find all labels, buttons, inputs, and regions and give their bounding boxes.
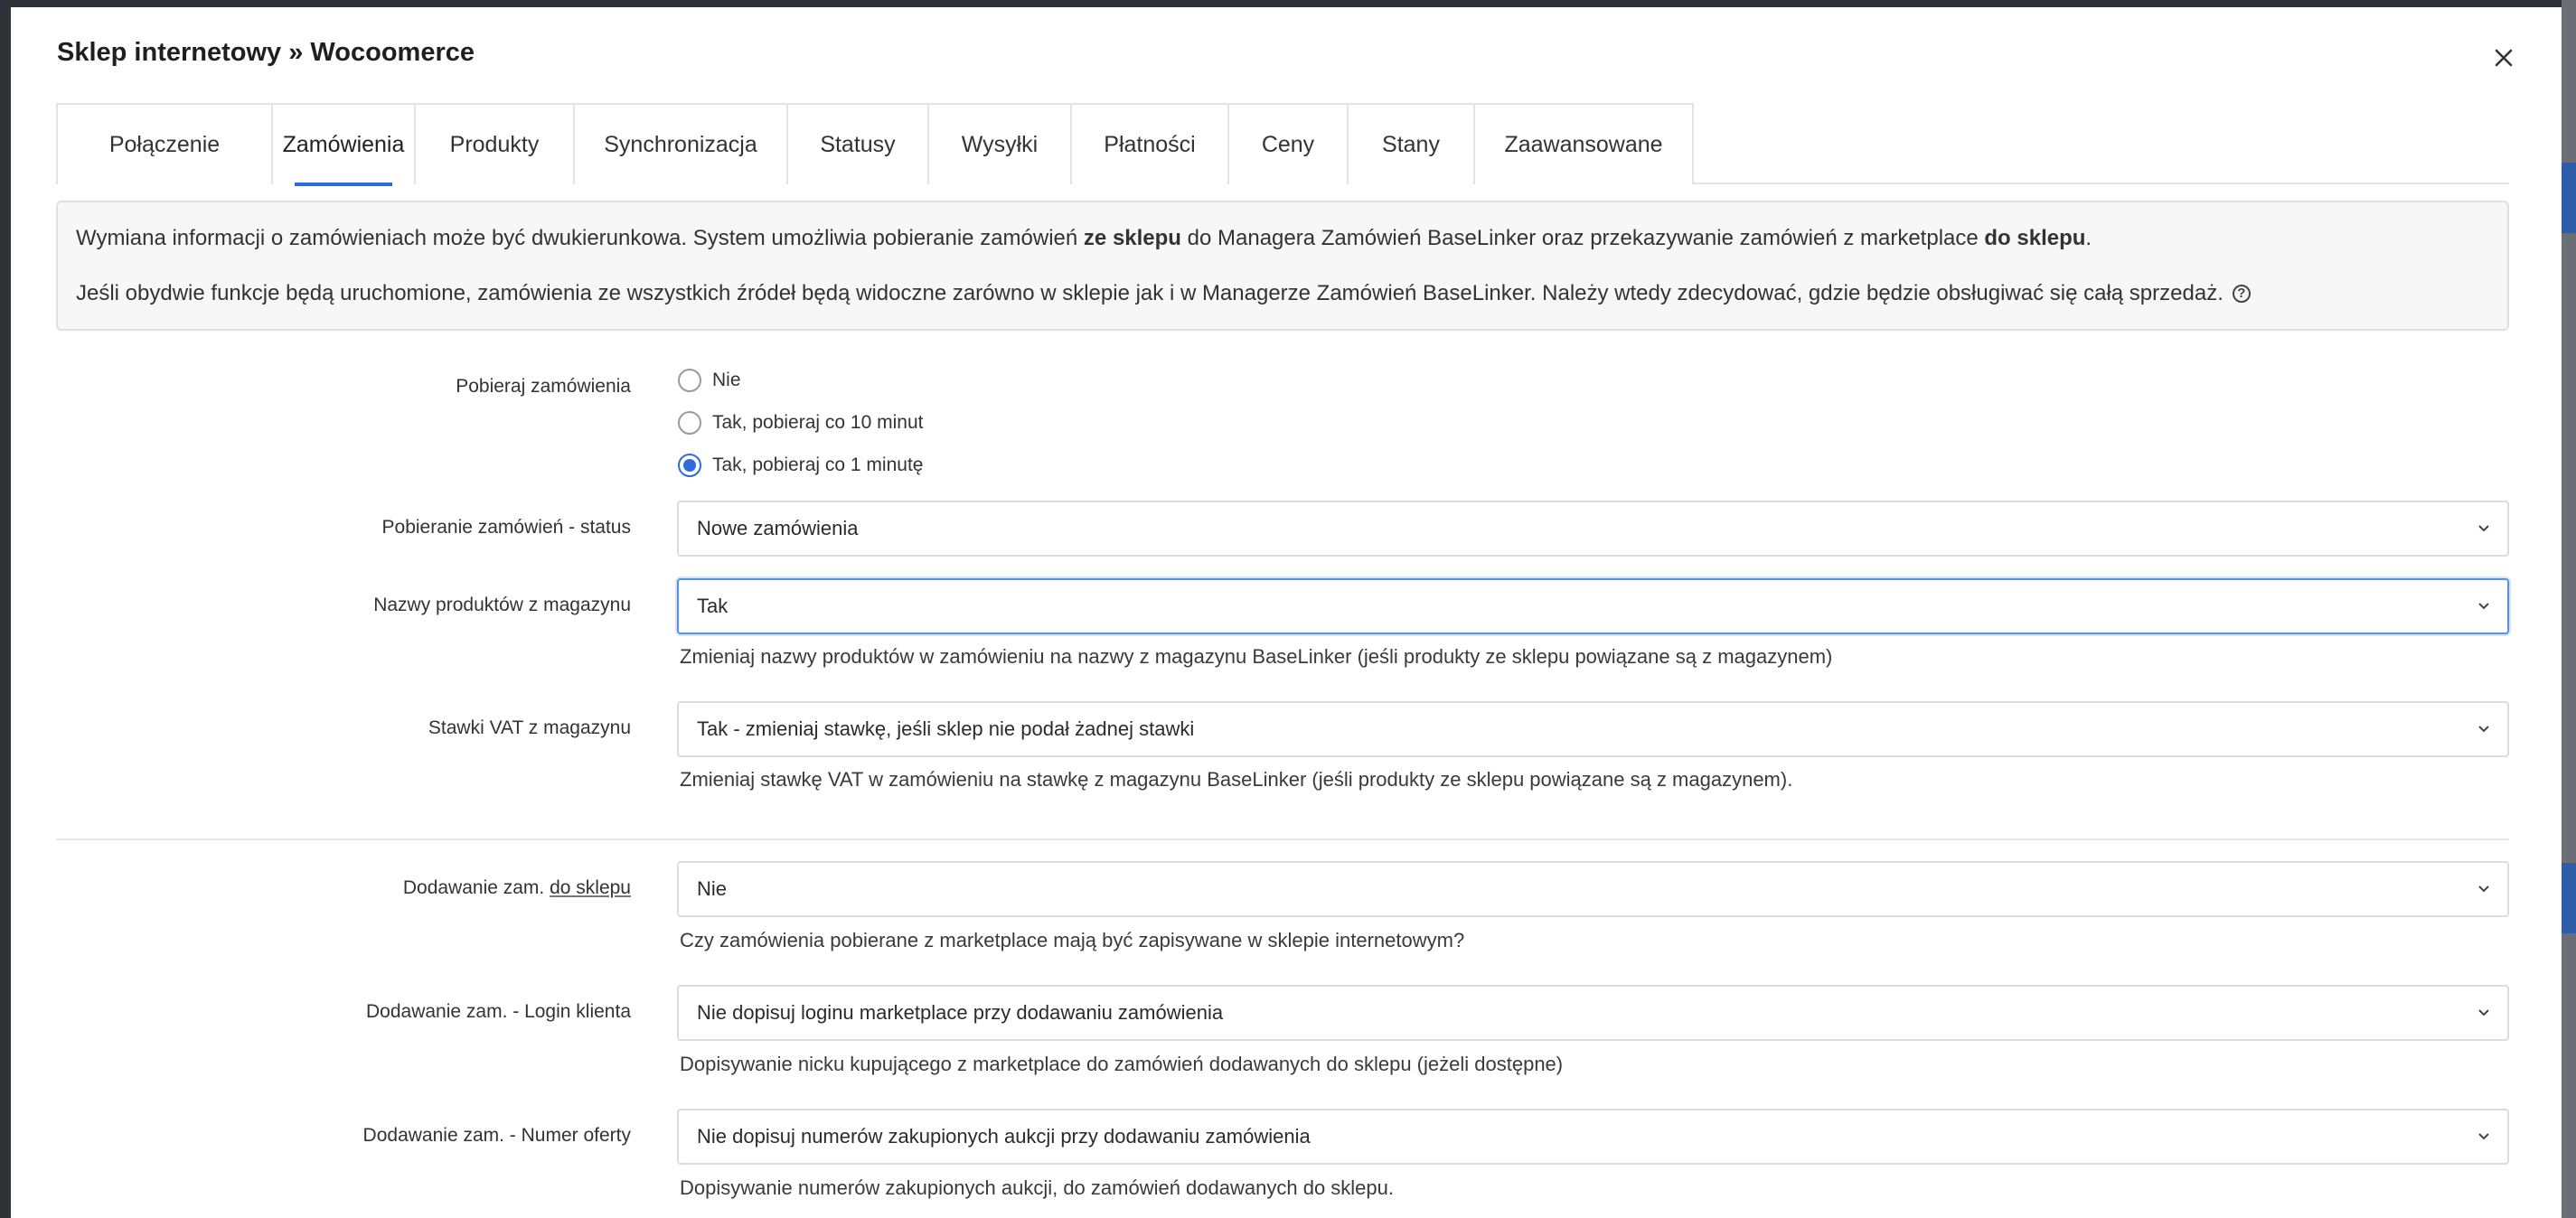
info-line-2: Jeśli obydwie funkcje będą uruchomione, … <box>76 279 2489 307</box>
backdrop-accent-bottom <box>2562 863 2576 933</box>
add-offer-number-label: Dodawanie zam. - Numer oferty <box>362 1125 631 1146</box>
radio-button[interactable] <box>678 369 701 392</box>
tab-zaawansowane[interactable]: Zaawansowane <box>1475 103 1694 184</box>
tab-produkty[interactable]: Produkty <box>416 103 575 184</box>
chevron-down-icon <box>2478 726 2489 733</box>
add-login-label: Dodawanie zam. - Login klienta <box>366 1001 631 1022</box>
radio-button[interactable] <box>678 411 701 435</box>
tab-statusy[interactable]: Statusy <box>788 103 929 184</box>
add-login-select[interactable]: Nie dopisuj loginu marketplace przy doda… <box>677 985 2509 1041</box>
fetch-status-label: Pobieranie zamówień - status <box>381 517 631 538</box>
product-names-label: Nazwy produktów z magazynu <box>373 595 631 615</box>
info-text: . <box>2085 226 2092 250</box>
fetch-orders-option-no[interactable]: Nie <box>678 369 741 392</box>
add-login-hint: Dopisywanie nicku kupującego z marketpla… <box>680 1053 1564 1075</box>
modal-title: Sklep internetowy » Wocoomerce <box>57 38 475 67</box>
select-value: Nie dopisuj numerów zakupionych aukcji p… <box>697 1125 1311 1148</box>
info-text: do Managera Zamówień BaseLinker oraz prz… <box>1180 226 1985 250</box>
chevron-down-icon <box>2478 603 2489 610</box>
info-box: Wymiana informacji o zamówieniach może b… <box>56 201 2509 331</box>
add-offer-number-hint: Dopisywanie numerów zakupionych aukcji, … <box>680 1176 1394 1199</box>
vat-rates-label: Stawki VAT z magazynu <box>428 717 631 738</box>
product-names-hint: Zmieniaj nazwy produktów w zamówieniu na… <box>680 645 1833 668</box>
fetch-status-select[interactable]: Nowe zamówienia <box>677 501 2509 557</box>
label-underlined-text: do sklepu <box>550 877 631 898</box>
close-button[interactable] <box>2487 42 2520 74</box>
close-icon <box>2495 49 2513 67</box>
add-to-shop-select[interactable]: Nie <box>677 861 2509 917</box>
radio-button-checked[interactable] <box>678 454 701 477</box>
question-circle-icon[interactable]: ? <box>2232 284 2251 303</box>
add-to-shop-hint: Czy zamówienia pobierane z marketplace m… <box>680 929 1465 951</box>
radio-label: Tak, pobieraj co 1 minutę <box>712 454 924 475</box>
section-divider <box>56 839 2509 840</box>
add-to-shop-label: Dodawanie zam. do sklepu <box>403 877 631 899</box>
info-text: Wymiana informacji o zamówieniach może b… <box>76 226 1084 250</box>
tab-zamowienia[interactable]: Zamówienia <box>273 103 416 186</box>
info-text: Jeśli obydwie funkcje będą uruchomione, … <box>76 281 2223 306</box>
product-names-select[interactable]: Tak <box>677 578 2509 634</box>
fetch-orders-label: Pobieraj zamówienia <box>456 376 631 397</box>
select-value: Nie dopisuj loginu marketplace przy doda… <box>697 1001 1224 1024</box>
fetch-orders-option-10min[interactable]: Tak, pobieraj co 10 minut <box>678 411 923 435</box>
select-value: Nowe zamówienia <box>697 517 859 539</box>
tab-synchronizacja[interactable]: Synchronizacja <box>575 103 788 184</box>
fetch-orders-option-1min[interactable]: Tak, pobieraj co 1 minutę <box>678 454 923 477</box>
label-text: Dodawanie zam. <box>402 877 550 898</box>
tab-stany[interactable]: Stany <box>1349 103 1475 184</box>
vat-rates-select[interactable]: Tak - zmieniaj stawkę, jeśli sklep nie p… <box>677 701 2509 757</box>
tab-wysylki[interactable]: Wysyłki <box>929 103 1072 184</box>
info-bold-to-shop: do sklepu <box>1984 226 2086 250</box>
select-value: Tak - zmieniaj stawkę, jeśli sklep nie p… <box>697 717 1195 740</box>
backdrop-accent-top <box>2562 163 2576 233</box>
add-offer-number-select[interactable]: Nie dopisuj numerów zakupionych aukcji p… <box>677 1109 2509 1165</box>
info-bold-from-shop: ze sklepu <box>1083 226 1181 250</box>
chevron-down-icon <box>2478 1009 2489 1017</box>
info-line-1: Wymiana informacji o zamówieniach może b… <box>76 224 2489 252</box>
vat-rates-hint: Zmieniaj stawkę VAT w zamówieniu na staw… <box>680 768 1793 791</box>
select-value: Nie <box>697 877 728 900</box>
chevron-down-icon <box>2478 885 2489 893</box>
tab-polaczenie[interactable]: Połączenie <box>56 103 273 184</box>
radio-label: Nie <box>712 370 741 390</box>
settings-modal: Sklep internetowy » Wocoomerce Połączeni… <box>11 7 2562 1218</box>
tab-platnosci[interactable]: Płatności <box>1072 103 1229 184</box>
tab-bar: Połączenie Zamówienia Produkty Synchroni… <box>56 103 2509 186</box>
select-value: Tak <box>697 595 729 617</box>
chevron-down-icon <box>2478 525 2489 532</box>
tab-ceny[interactable]: Ceny <box>1229 103 1349 184</box>
radio-label: Tak, pobieraj co 10 minut <box>712 412 924 433</box>
chevron-down-icon <box>2478 1133 2489 1140</box>
